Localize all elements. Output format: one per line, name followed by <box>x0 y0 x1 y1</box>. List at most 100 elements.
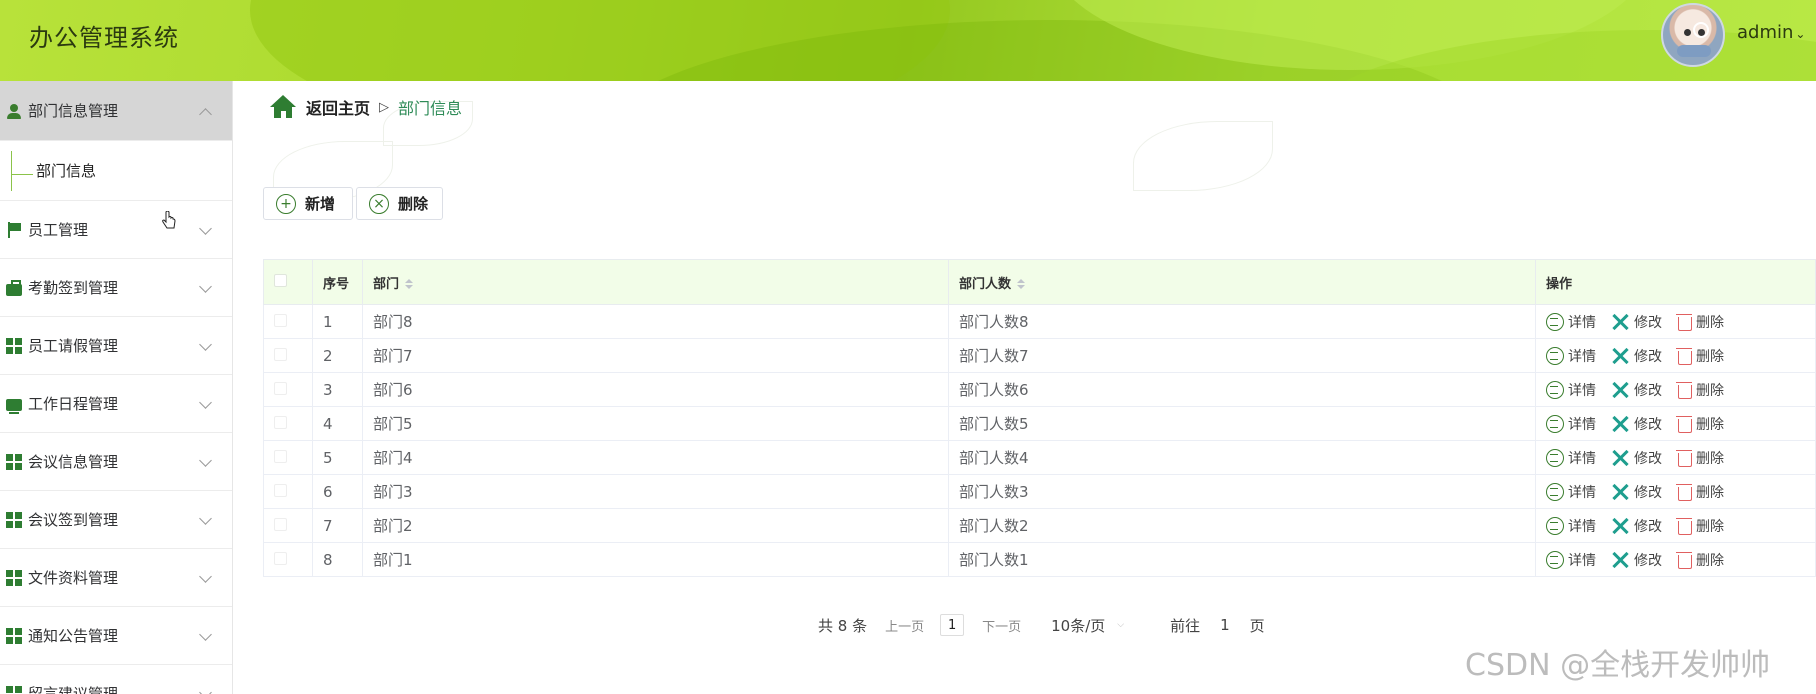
add-button[interactable]: + 新增 <box>263 187 353 220</box>
table-row[interactable]: 8 部门1 部门人数1 详情 修改 删除 <box>263 542 1816 577</box>
breadcrumb-home[interactable]: 返回主页 <box>306 95 370 119</box>
sort-icon[interactable] <box>405 278 414 290</box>
row-checkbox[interactable] <box>274 517 287 531</box>
edit-button[interactable]: 修改 <box>1610 550 1662 570</box>
row-actions: 详情 修改 删除 <box>1535 440 1816 475</box>
row-action-group: 详情 修改 删除 <box>1546 448 1815 468</box>
sidebar-item-messages[interactable]: 留言建议管理 <box>0 665 232 694</box>
detail-button[interactable]: 详情 <box>1546 346 1596 366</box>
detail-button[interactable]: 详情 <box>1546 482 1596 502</box>
sidebar-item-employee[interactable]: 员工管理 <box>0 201 232 259</box>
row-checkbox[interactable] <box>274 313 287 327</box>
prev-page-button[interactable]: 上一页 <box>885 616 924 635</box>
chevron-down-icon <box>199 569 212 583</box>
row-delete-button[interactable]: 删除 <box>1676 380 1724 400</box>
row-select-cell <box>263 440 313 475</box>
detail-button[interactable]: 详情 <box>1546 550 1596 570</box>
detail-label: 详情 <box>1568 348 1596 365</box>
table-row[interactable]: 4 部门5 部门人数5 详情 修改 删除 <box>263 406 1816 441</box>
edit-button[interactable]: 修改 <box>1610 414 1662 434</box>
edit-icon <box>1610 414 1630 434</box>
detail-button[interactable]: 详情 <box>1546 516 1596 536</box>
table-row[interactable]: 6 部门3 部门人数3 详情 修改 删除 <box>263 474 1816 509</box>
row-delete-button[interactable]: 删除 <box>1676 346 1724 366</box>
row-delete-button[interactable]: 删除 <box>1676 448 1724 468</box>
edit-button[interactable]: 修改 <box>1610 482 1662 502</box>
row-delete-button[interactable]: 删除 <box>1676 516 1724 536</box>
row-checkbox[interactable] <box>274 415 287 429</box>
sidebar-item-leave[interactable]: 员工请假管理 <box>0 317 232 375</box>
table-row[interactable]: 3 部门6 部门人数6 详情 修改 删除 <box>263 372 1816 407</box>
home-icon[interactable] <box>270 95 296 119</box>
sidebar-item-schedule[interactable]: 工作日程管理 <box>0 375 232 433</box>
table-row[interactable]: 1 部门8 部门人数8 详情 修改 删除 <box>263 304 1816 339</box>
edit-label: 修改 <box>1634 416 1662 433</box>
goto-input[interactable]: 1 <box>1220 616 1230 634</box>
row-actions: 详情 修改 删除 <box>1535 542 1816 577</box>
row-checkbox[interactable] <box>274 551 287 565</box>
row-delete-button[interactable]: 删除 <box>1676 482 1724 502</box>
row-checkbox[interactable] <box>274 347 287 361</box>
row-actions: 详情 修改 删除 <box>1535 508 1816 543</box>
page-number-current[interactable]: 1 <box>940 614 965 636</box>
row-checkbox[interactable] <box>274 449 287 463</box>
sidebar-item-files[interactable]: 文件资料管理 <box>0 549 232 607</box>
detail-button[interactable]: 详情 <box>1546 414 1596 434</box>
sidebar-item-notices[interactable]: 通知公告管理 <box>0 607 232 665</box>
row-count: 部门人数8 <box>948 304 1536 339</box>
sidebar-item-dept-info[interactable]: 部门信息管理 <box>0 81 232 141</box>
edit-button[interactable]: 修改 <box>1610 380 1662 400</box>
table-row[interactable]: 5 部门4 部门人数4 详情 修改 删除 <box>263 440 1816 475</box>
select-all-checkbox[interactable] <box>274 273 287 287</box>
sidebar-item-meeting-signin[interactable]: 会议签到管理 <box>0 491 232 549</box>
row-action-group: 详情 修改 删除 <box>1546 482 1815 502</box>
sort-icon[interactable] <box>1017 278 1026 290</box>
detail-button[interactable]: 详情 <box>1546 312 1596 332</box>
user-menu[interactable]: admin ⌄ <box>1737 22 1805 43</box>
edit-button[interactable]: 修改 <box>1610 346 1662 366</box>
row-select-cell <box>263 372 313 407</box>
row-count: 部门人数2 <box>948 508 1536 543</box>
monitor-icon <box>6 398 22 414</box>
edit-icon <box>1610 346 1630 366</box>
edit-button[interactable]: 修改 <box>1610 312 1662 332</box>
edit-label: 修改 <box>1634 518 1662 535</box>
row-checkbox[interactable] <box>274 483 287 497</box>
edit-label: 修改 <box>1634 348 1662 365</box>
sidebar-item-attendance[interactable]: 考勤签到管理 <box>0 259 232 317</box>
select-all-cell <box>263 259 313 305</box>
sidebar-subitem-dept[interactable]: 部门信息 <box>0 141 232 201</box>
row-delete-button[interactable]: 删除 <box>1676 312 1724 332</box>
edit-icon <box>1610 448 1630 468</box>
chevron-down-icon <box>199 627 212 641</box>
chevron-down-icon <box>199 395 212 409</box>
tree-line <box>11 174 33 175</box>
detail-button[interactable]: 详情 <box>1546 380 1596 400</box>
next-page-button[interactable]: 下一页 <box>982 616 1021 635</box>
detail-icon <box>1546 448 1564 467</box>
delete-label: 删除 <box>1696 518 1724 535</box>
row-actions: 详情 修改 删除 <box>1535 304 1816 339</box>
row-delete-button[interactable]: 删除 <box>1676 414 1724 434</box>
tree-line <box>11 151 12 191</box>
table-row[interactable]: 7 部门2 部门人数2 详情 修改 删除 <box>263 508 1816 543</box>
detail-button[interactable]: 详情 <box>1546 448 1596 468</box>
delete-button[interactable]: × 删除 <box>356 187 443 220</box>
row-select-cell <box>263 406 313 441</box>
avatar[interactable] <box>1661 3 1725 67</box>
sidebar-item-meeting-info[interactable]: 会议信息管理 <box>0 433 232 491</box>
edit-button[interactable]: 修改 <box>1610 516 1662 536</box>
row-checkbox[interactable] <box>274 381 287 395</box>
delete-label: 删除 <box>1696 416 1724 433</box>
page-size-select[interactable]: 10条/页 ⌵ <box>1051 615 1124 636</box>
person-icon <box>6 103 22 119</box>
edit-button[interactable]: 修改 <box>1610 448 1662 468</box>
table-row[interactable]: 2 部门7 部门人数7 详情 修改 删除 <box>263 338 1816 373</box>
delete-label: 删除 <box>1696 314 1724 331</box>
col-header-dept[interactable]: 部门 <box>362 259 949 305</box>
edit-icon <box>1610 550 1630 570</box>
edit-label: 修改 <box>1634 314 1662 331</box>
row-select-cell <box>263 542 313 577</box>
row-delete-button[interactable]: 删除 <box>1676 550 1724 570</box>
col-header-count[interactable]: 部门人数 <box>948 259 1536 305</box>
